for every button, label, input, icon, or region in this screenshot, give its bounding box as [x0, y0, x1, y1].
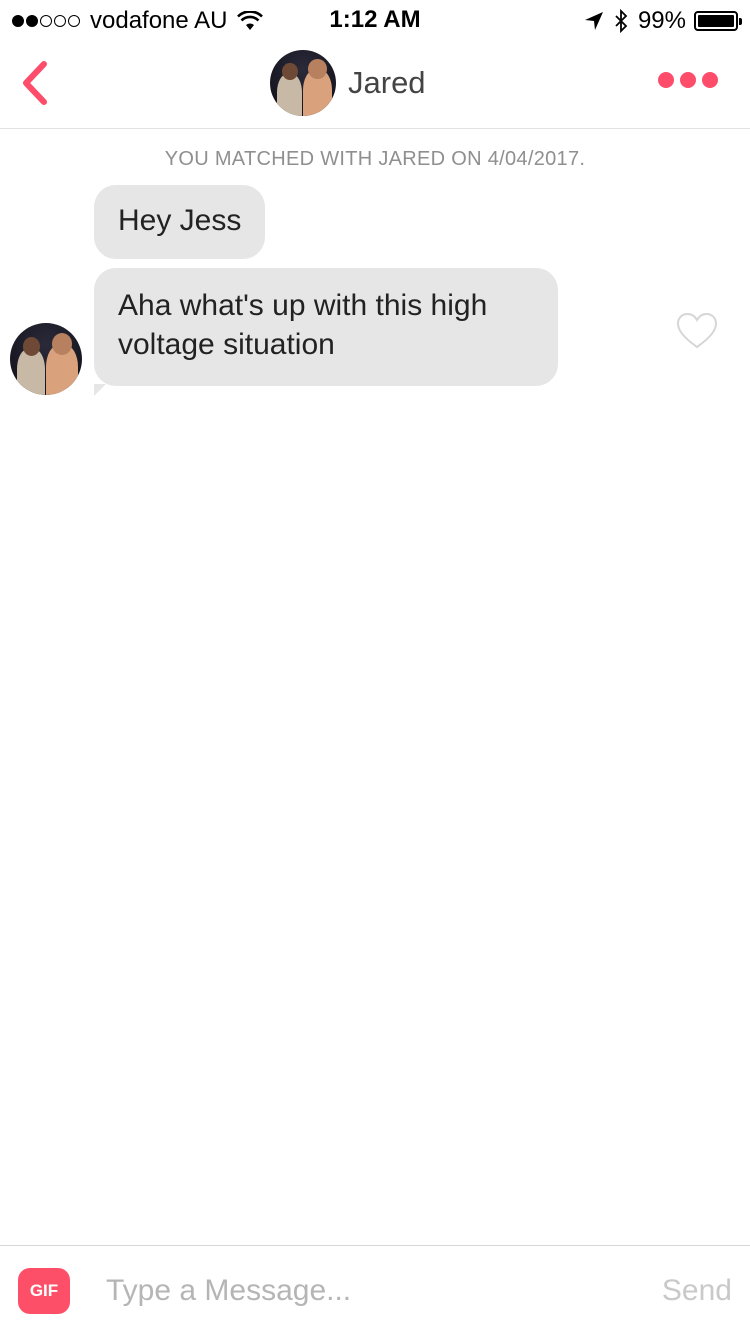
more-options-button[interactable]: [652, 72, 718, 88]
contact-header[interactable]: Jared: [270, 50, 426, 116]
chat-header: Jared: [0, 40, 750, 129]
location-arrow-icon: [584, 12, 603, 30]
avatar[interactable]: [10, 323, 82, 395]
more-dots-icon: [658, 72, 674, 88]
battery-icon: [694, 11, 742, 31]
status-bar: vodafone AU 1:12 AM 99%: [0, 0, 750, 40]
heart-outline-icon[interactable]: [677, 313, 717, 349]
bluetooth-icon: [615, 9, 628, 33]
chat-screen: vodafone AU 1:12 AM 99% Jared YOU MATCHE…: [0, 0, 750, 1334]
message-composer: GIF Send: [0, 1245, 750, 1334]
back-button[interactable]: [14, 58, 54, 108]
gif-button[interactable]: GIF: [18, 1268, 70, 1314]
match-date-note: YOU MATCHED WITH JARED ON 4/04/2017.: [164, 148, 586, 170]
status-right: 99%: [584, 7, 742, 35]
message-bubble[interactable]: Hey Jess: [94, 185, 266, 259]
battery-percent: 99%: [637, 7, 686, 34]
sender-avatar[interactable]: [10, 323, 82, 395]
message-bubble[interactable]: Aha what's up with this high voltage sit…: [94, 268, 558, 396]
contact-name: Jared: [348, 65, 426, 100]
send-button[interactable]: Send: [662, 1274, 732, 1308]
avatar[interactable]: [270, 50, 336, 116]
message-input[interactable]: [106, 1266, 626, 1316]
